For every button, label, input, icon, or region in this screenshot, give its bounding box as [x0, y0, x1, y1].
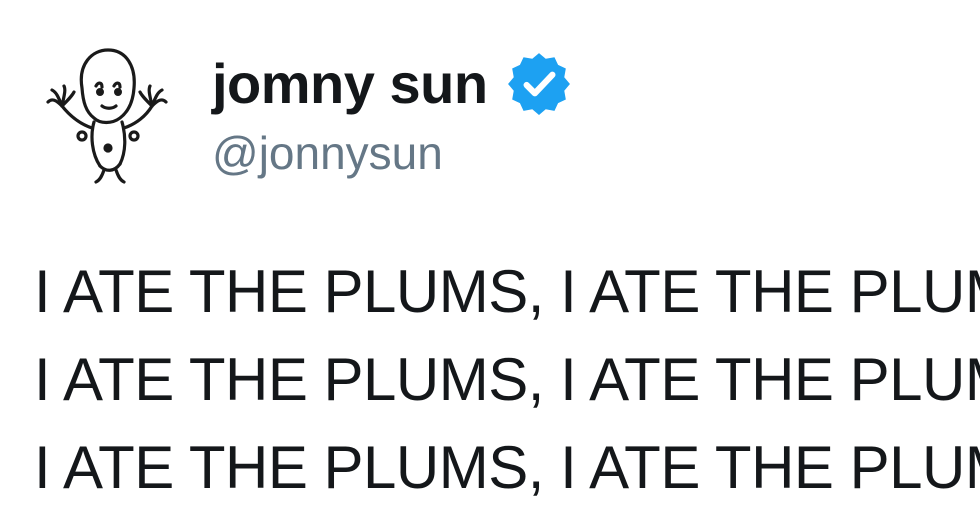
author-info: jomny sun @jonnysun	[212, 48, 572, 176]
author-handle[interactable]: @jonnysun	[212, 130, 572, 176]
author-display-name[interactable]: jomny sun	[212, 56, 488, 112]
tweet-text-line: I ATE THE PLUMS, I ATE THE PLUMS, I ATE …	[34, 434, 980, 501]
tweet-card: jomny sun @jonnysun I ATE THE PLUMS, I A…	[0, 0, 980, 509]
author-name-row: jomny sun	[212, 48, 572, 120]
tweet-text-line: I ATE THE PLUMS, I ATE THE PLUMS, I ATE …	[34, 346, 980, 413]
verified-badge-icon	[507, 53, 570, 115]
tweet-text-line: I ATE THE PLUMS, I ATE THE PLUMS, I ATE …	[34, 258, 980, 325]
tweet-body: I ATE THE PLUMS, I ATE THE PLUMS, I ATE …	[34, 248, 980, 509]
avatar[interactable]	[30, 36, 180, 186]
